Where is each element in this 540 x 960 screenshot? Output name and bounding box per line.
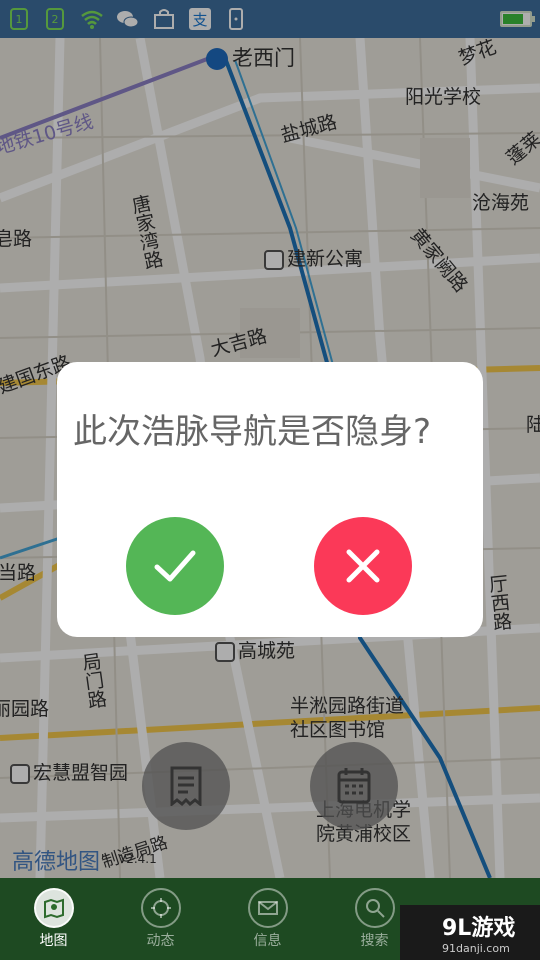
dialog-title: 此次浩脉导航是否隐身? — [73, 412, 432, 452]
nav-item-map[interactable]: 地图 — [0, 878, 107, 960]
target-icon — [140, 888, 181, 928]
nav-label: 地图 — [39, 933, 68, 949]
nav-label: 动态 — [146, 933, 175, 949]
nav-item-activity[interactable]: 动态 — [107, 878, 214, 960]
mail-icon — [247, 888, 288, 928]
watermark-title: 9L游戏 — [442, 916, 516, 941]
map-pin-icon — [33, 888, 74, 928]
confirm-button[interactable] — [126, 517, 224, 615]
nav-item-messages[interactable]: 信息 — [214, 878, 321, 960]
calendar-icon — [337, 768, 371, 804]
stealth-navigation-dialog: 此次浩脉导航是否隐身? — [57, 362, 483, 637]
document-fab[interactable] — [142, 742, 230, 830]
watermark-url: 91danji.com — [442, 942, 510, 955]
document-icon — [170, 766, 202, 806]
calendar-fab[interactable] — [310, 742, 398, 830]
nav-label: 信息 — [253, 933, 282, 949]
close-icon — [346, 549, 380, 583]
search-icon — [354, 888, 395, 928]
watermark-badge: 9L游戏 91danji.com — [400, 905, 540, 960]
check-icon — [154, 550, 196, 582]
cancel-button[interactable] — [314, 517, 412, 615]
nav-label: 搜索 — [360, 933, 389, 949]
